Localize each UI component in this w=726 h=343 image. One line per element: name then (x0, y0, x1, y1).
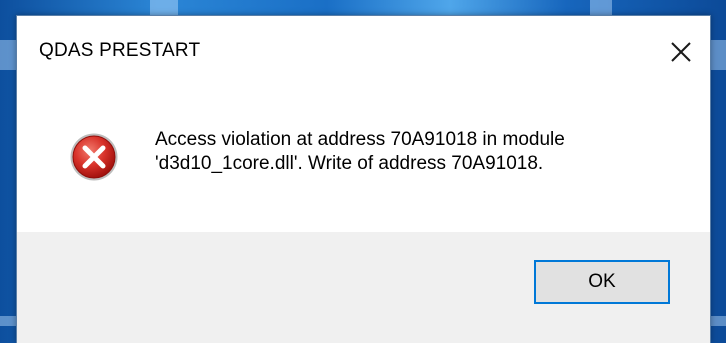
error-message-line: Access violation at address 70A91018 in … (155, 129, 565, 150)
error-message-line: 'd3d10_1core.dll'. Write of address 70A9… (155, 153, 544, 174)
error-dialog: QDAS PRESTART Access violation at addres… (16, 15, 711, 343)
dialog-button-bar: OK (17, 232, 710, 343)
dialog-titlebar[interactable]: QDAS PRESTART (17, 16, 710, 84)
error-message: Access violation at address 70A91018 in … (155, 128, 695, 176)
dialog-content: Access violation at address 70A91018 in … (17, 84, 710, 232)
close-button[interactable] (652, 28, 710, 76)
close-icon (671, 42, 691, 62)
ok-button[interactable]: OK (534, 260, 670, 304)
error-icon (70, 133, 118, 181)
dialog-title: QDAS PRESTART (39, 40, 201, 61)
